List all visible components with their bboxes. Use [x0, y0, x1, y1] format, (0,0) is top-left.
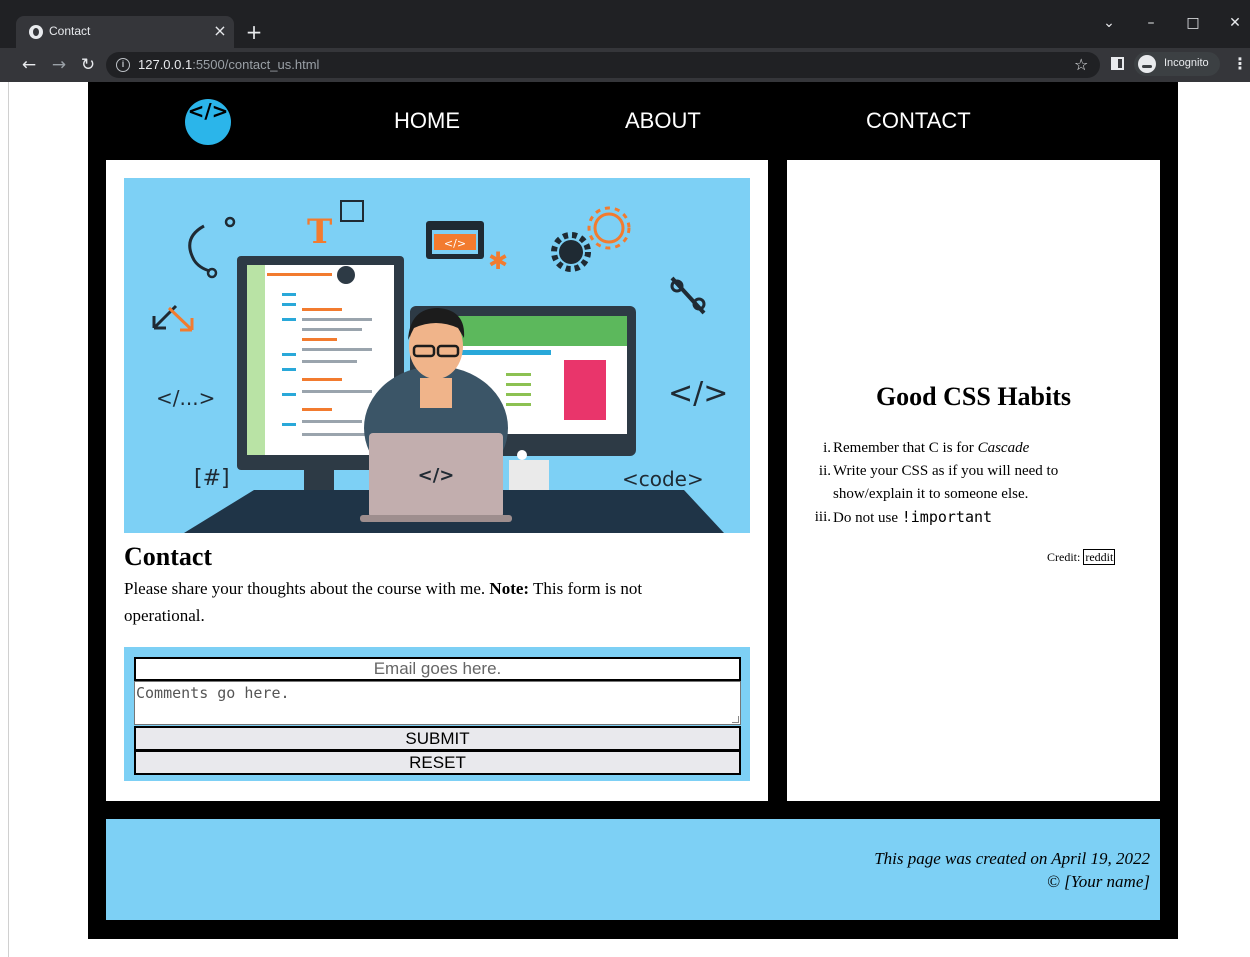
side-panel-icon[interactable] [1111, 57, 1124, 70]
globe-icon [29, 25, 43, 39]
hero-label-window: </> [444, 237, 466, 250]
nav-link-contact[interactable]: CONTACT [866, 108, 971, 134]
site-logo[interactable]: </> [185, 99, 231, 145]
incognito-label: Incognito [1164, 57, 1209, 69]
hero-label-tag-dots: </...> [156, 386, 215, 410]
contact-heading: Contact [124, 542, 213, 571]
forward-icon[interactable]: → [48, 54, 70, 76]
contact-intro-text: Please share your thoughts about the cou… [124, 579, 643, 625]
list-item: i. Remember that C is for Cascade [823, 440, 1030, 456]
browser-toolbar: ← → ↻ i 127.0.0.1:5500/contact_us.html ☆ [0, 48, 1250, 82]
tab-close-icon[interactable]: × [212, 22, 228, 40]
back-icon[interactable]: ← [18, 54, 40, 76]
reload-icon[interactable]: ↻ [77, 54, 99, 76]
hero-label-tag-close: </> [668, 376, 728, 411]
hero-label-code: <code> [622, 467, 704, 491]
site-info-icon[interactable]: i [116, 58, 130, 72]
page-left-edge [8, 82, 9, 957]
hero-illustration: </> T </> ✱ </...> </> [#] <code> [124, 178, 750, 533]
hero-label-hash: [#] [194, 466, 230, 491]
browser-tab-bar: Contact × + ⌄ – □ ✕ [0, 0, 1250, 48]
code-icon: </> [187, 99, 229, 123]
footer-created-date: This page was created on April 19, 2022 [874, 849, 1150, 868]
comments-textarea[interactable]: Comments go here. [134, 681, 741, 725]
list-item: iii. Do not use !important [814, 508, 993, 526]
tab-title: Contact [49, 24, 91, 38]
sidebar-heading: Good CSS Habits [875, 382, 1072, 411]
new-tab-icon[interactable]: + [244, 20, 264, 44]
window-close-icon[interactable]: ✕ [1228, 14, 1242, 32]
sidebar: Good CSS Habits i. Remember that C is fo… [787, 160, 1160, 801]
svg-text:✱: ✱ [488, 247, 508, 275]
browser-tab[interactable]: Contact × [16, 16, 234, 48]
tab-search-chevron-icon[interactable]: ⌄ [1102, 14, 1116, 32]
submit-button[interactable]: SUBMIT [134, 726, 741, 751]
minimize-icon[interactable]: – [1144, 14, 1158, 32]
nav-link-about[interactable]: ABOUT [625, 108, 701, 134]
credit-line: Credit: reddit [1047, 549, 1116, 565]
incognito-badge[interactable]: Incognito [1134, 52, 1220, 76]
reddit-link[interactable]: reddit [1083, 549, 1116, 565]
contact-form: Email goes here. Comments go here. SUBMI… [124, 647, 750, 781]
footer-copyright: © [Your name] [1047, 872, 1150, 891]
note-label: Note: [489, 579, 530, 598]
url-text: 127.0.0.1:5500/contact_us.html [138, 57, 320, 72]
reset-button[interactable]: RESET [134, 750, 741, 775]
bookmark-star-icon[interactable]: ☆ [1074, 55, 1088, 74]
habits-list: i. Remember that C is for Cascade ii. Wr… [809, 437, 1129, 530]
address-bar[interactable]: i 127.0.0.1:5500/contact_us.html ☆ [106, 52, 1100, 78]
list-item: ii. Write your CSS as if you will need t… [818, 463, 1059, 502]
nav-link-home[interactable]: HOME [394, 108, 460, 134]
email-field[interactable]: Email goes here. [134, 657, 741, 681]
page-footer: This page was created on April 19, 2022 … [106, 819, 1160, 920]
browser-menu-icon[interactable]: ⋮ [1232, 54, 1248, 74]
maximize-icon[interactable]: □ [1186, 14, 1200, 32]
hero-label-laptop: </> [418, 465, 455, 486]
page-wrapper: </> HOME ABOUT CONTACT </> T </> ✱ </...… [88, 82, 1178, 939]
incognito-icon [1138, 55, 1156, 73]
resize-grip-icon[interactable] [732, 716, 739, 723]
hero-label-t: T [307, 212, 332, 252]
main-content: </> T </> ✱ </...> </> [#] <code> Contac… [106, 160, 768, 801]
